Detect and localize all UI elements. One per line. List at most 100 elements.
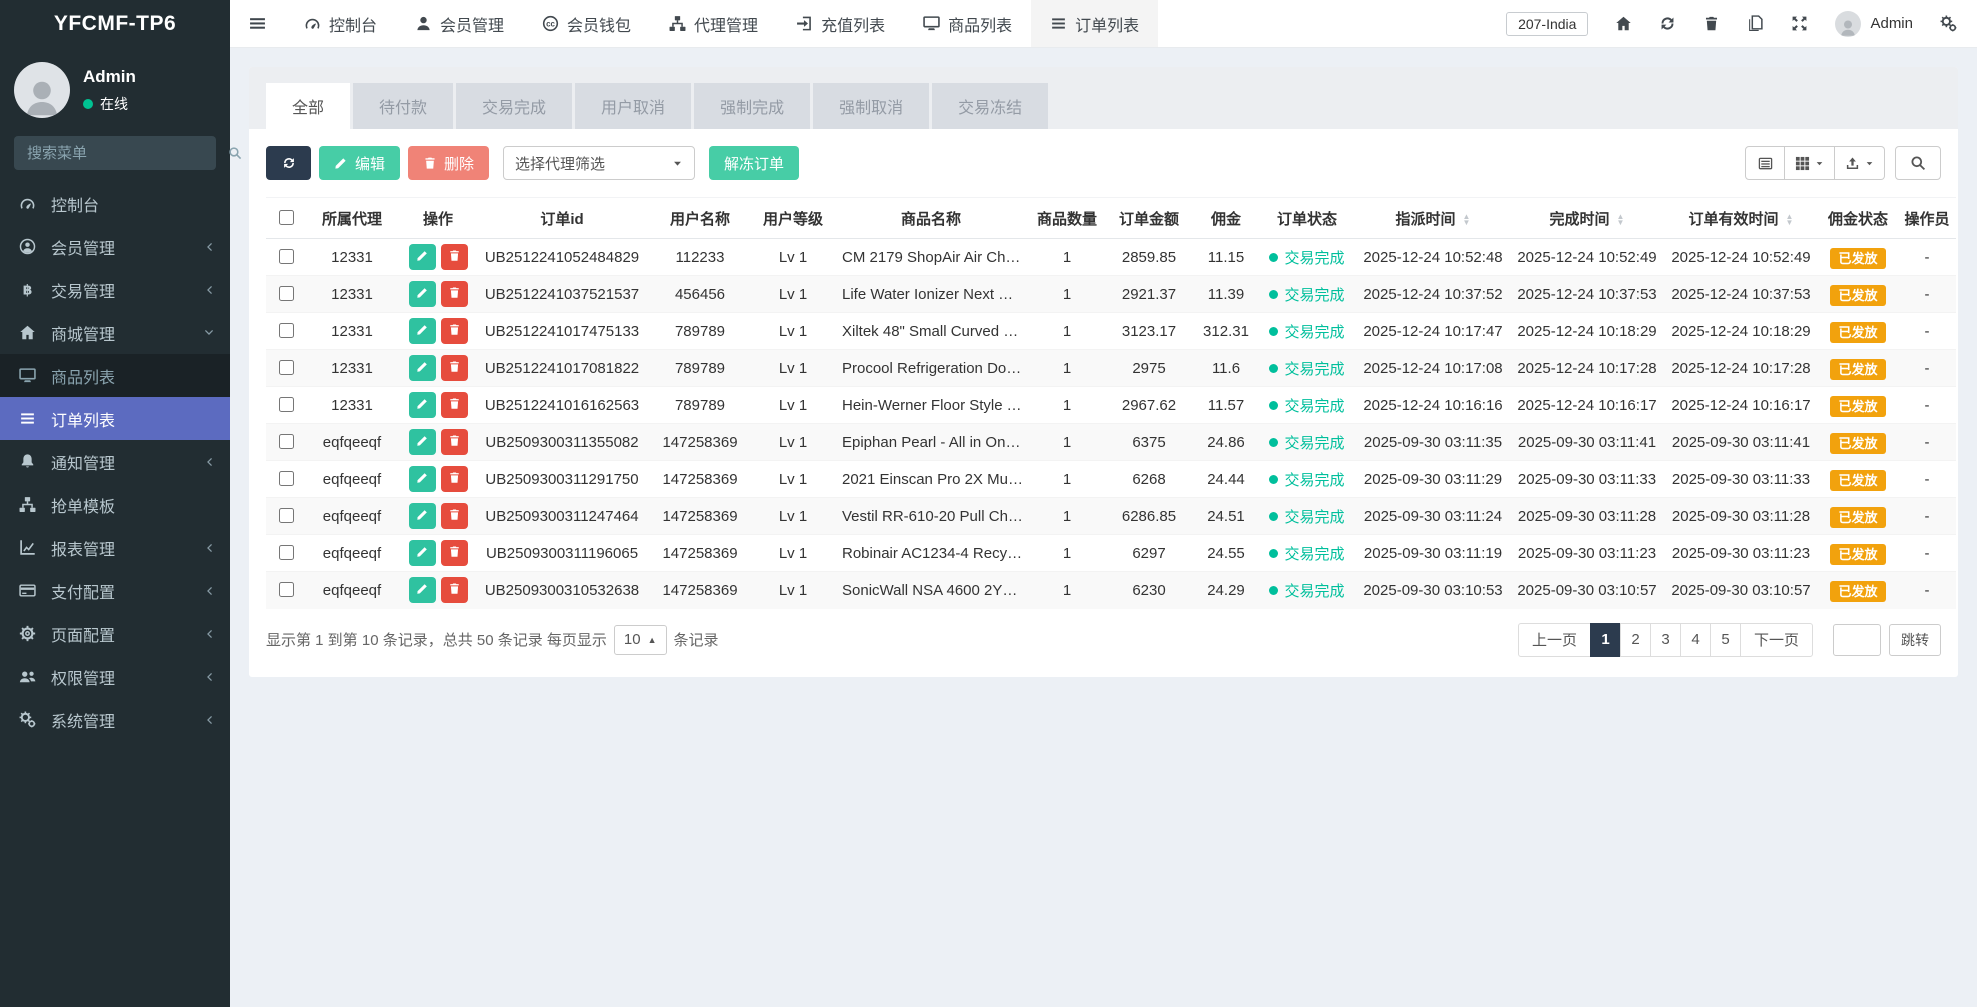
caret-down-icon: [1815, 159, 1824, 168]
export-button[interactable]: [1835, 146, 1885, 180]
row-edit-button[interactable]: [409, 503, 436, 529]
row-delete-button[interactable]: [441, 355, 468, 381]
topnav-item-member-management[interactable]: 会员管理: [396, 0, 523, 47]
tab-all[interactable]: 全部: [266, 83, 350, 129]
row-checkbox[interactable]: [279, 286, 294, 301]
sidebar-item-order-list[interactable]: 订单列表: [0, 397, 230, 440]
sidebar-item-system-management[interactable]: 系统管理: [0, 698, 230, 741]
row-edit-button[interactable]: [409, 429, 436, 455]
sidebar-item-product-list[interactable]: 商品列表: [0, 354, 230, 397]
row-edit-button[interactable]: [409, 392, 436, 418]
row-delete-button[interactable]: [441, 577, 468, 603]
row-delete-button[interactable]: [441, 466, 468, 492]
sort-carets-icon[interactable]: ▲▼: [1463, 214, 1471, 226]
page-jump-button[interactable]: 跳转: [1889, 624, 1941, 656]
column-header-valid-time[interactable]: 订单有效时间▲▼: [1664, 198, 1818, 239]
topnav-item-member-wallet[interactable]: cc会员钱包: [523, 0, 650, 47]
sidebar-item-dashboard[interactable]: 控制台: [0, 182, 230, 225]
tab-user-cancelled[interactable]: 用户取消: [575, 83, 691, 129]
sort-carets-icon[interactable]: ▲▼: [1786, 214, 1794, 226]
tab-force-cancelled[interactable]: 强制取消: [813, 83, 929, 129]
row-checkbox[interactable]: [279, 323, 294, 338]
sidebar-item-payment-config[interactable]: 支付配置: [0, 569, 230, 612]
cell-valid-time: 2025-12-24 10:18:29: [1664, 313, 1818, 350]
topnav-item-recharge-list[interactable]: 充值列表: [777, 0, 904, 47]
pagination-page-1[interactable]: 1: [1590, 623, 1621, 657]
tab-pending-payment[interactable]: 待付款: [353, 83, 453, 129]
sidebar-item-member-management[interactable]: 会员管理: [0, 225, 230, 268]
row-delete-button[interactable]: [441, 281, 468, 307]
row-edit-button[interactable]: [409, 466, 436, 492]
unfreeze-orders-button[interactable]: 解冻订单: [709, 146, 799, 180]
tab-force-completed[interactable]: 强制完成: [694, 83, 810, 129]
topnav-item-dashboard[interactable]: 控制台: [285, 0, 396, 47]
home-icon[interactable]: [1615, 15, 1632, 32]
cell-actions: [398, 424, 478, 461]
topnav-item-product-list[interactable]: 商品列表: [904, 0, 1031, 47]
pagination-page-2[interactable]: 2: [1620, 623, 1651, 657]
delete-button[interactable]: 删除: [408, 146, 489, 180]
table-search-button[interactable]: [1895, 146, 1941, 180]
row-delete-button[interactable]: [441, 540, 468, 566]
toggle-pagination-button[interactable]: [1745, 146, 1785, 180]
pagination-next[interactable]: 下一页: [1740, 623, 1813, 657]
row-checkbox[interactable]: [279, 249, 294, 264]
select-all-checkbox[interactable]: [279, 210, 294, 225]
row-edit-button[interactable]: [409, 281, 436, 307]
row-delete-button[interactable]: [441, 392, 468, 418]
sidebar-item-report-management[interactable]: 报表管理: [0, 526, 230, 569]
row-delete-button[interactable]: [441, 318, 468, 344]
page-jump-input[interactable]: [1833, 624, 1881, 656]
row-checkbox[interactable]: [279, 508, 294, 523]
sidebar-item-page-config[interactable]: 页面配置: [0, 612, 230, 655]
row-edit-button[interactable]: [409, 318, 436, 344]
topnav-item-agent-management[interactable]: 代理管理: [650, 0, 777, 47]
pagination-page-5[interactable]: 5: [1710, 623, 1741, 657]
row-checkbox[interactable]: [279, 434, 294, 449]
refresh-icon[interactable]: [1659, 15, 1676, 32]
agent-filter-select[interactable]: 选择代理筛选: [503, 146, 695, 180]
sidebar-item-notification-management[interactable]: 通知管理: [0, 440, 230, 483]
row-delete-button[interactable]: [441, 503, 468, 529]
row-checkbox[interactable]: [279, 471, 294, 486]
row-checkbox[interactable]: [279, 360, 294, 375]
user-menu[interactable]: Admin: [1835, 11, 1913, 37]
page-size-select[interactable]: 10 ▲: [614, 625, 667, 655]
env-badge[interactable]: 207-India: [1506, 12, 1588, 36]
row-checkbox[interactable]: [279, 582, 294, 597]
expand-icon[interactable]: [1791, 15, 1808, 32]
topnav-item-order-list[interactable]: 订单列表: [1031, 0, 1158, 47]
edit-button[interactable]: 编辑: [319, 146, 400, 180]
row-checkbox[interactable]: [279, 545, 294, 560]
column-header-assign-time[interactable]: 指派时间▲▼: [1356, 198, 1510, 239]
row-delete-button[interactable]: [441, 244, 468, 270]
sidebar-item-mall-management[interactable]: 商城管理: [0, 311, 230, 354]
column-header-finish-time[interactable]: 完成时间▲▼: [1510, 198, 1664, 239]
row-edit-button[interactable]: [409, 355, 436, 381]
cell-finish-time: 2025-12-24 10:17:28: [1510, 350, 1664, 387]
tab-trade-frozen[interactable]: 交易冻结: [932, 83, 1048, 129]
refresh-button[interactable]: [266, 146, 311, 180]
trash-icon[interactable]: [1703, 15, 1720, 32]
pagination-area: 上一页12345下一页 跳转: [1518, 623, 1941, 657]
tab-trade-completed[interactable]: 交易完成: [456, 83, 572, 129]
row-checkbox[interactable]: [279, 397, 294, 412]
sidebar-item-order-grab-template[interactable]: 抢单模板: [0, 483, 230, 526]
row-edit-button[interactable]: [409, 244, 436, 270]
row-edit-button[interactable]: [409, 577, 436, 603]
menu-toggle-icon[interactable]: [230, 15, 285, 32]
sidebar-item-transaction-management[interactable]: ฿交易管理: [0, 268, 230, 311]
pagination-prev[interactable]: 上一页: [1518, 623, 1591, 657]
sidebar-item-permission-management[interactable]: 权限管理: [0, 655, 230, 698]
sort-carets-icon[interactable]: ▲▼: [1617, 214, 1625, 226]
pagination-page-3[interactable]: 3: [1650, 623, 1681, 657]
cell-commission-status: 已发放: [1818, 387, 1898, 424]
columns-button[interactable]: [1785, 146, 1835, 180]
cell-order-status: 交易完成: [1258, 350, 1356, 387]
pagination-page-4[interactable]: 4: [1680, 623, 1711, 657]
sidebar-search-input[interactable]: [25, 144, 228, 163]
row-delete-button[interactable]: [441, 429, 468, 455]
cogs-icon[interactable]: [1940, 15, 1957, 32]
row-edit-button[interactable]: [409, 540, 436, 566]
copy-icon[interactable]: [1747, 15, 1764, 32]
